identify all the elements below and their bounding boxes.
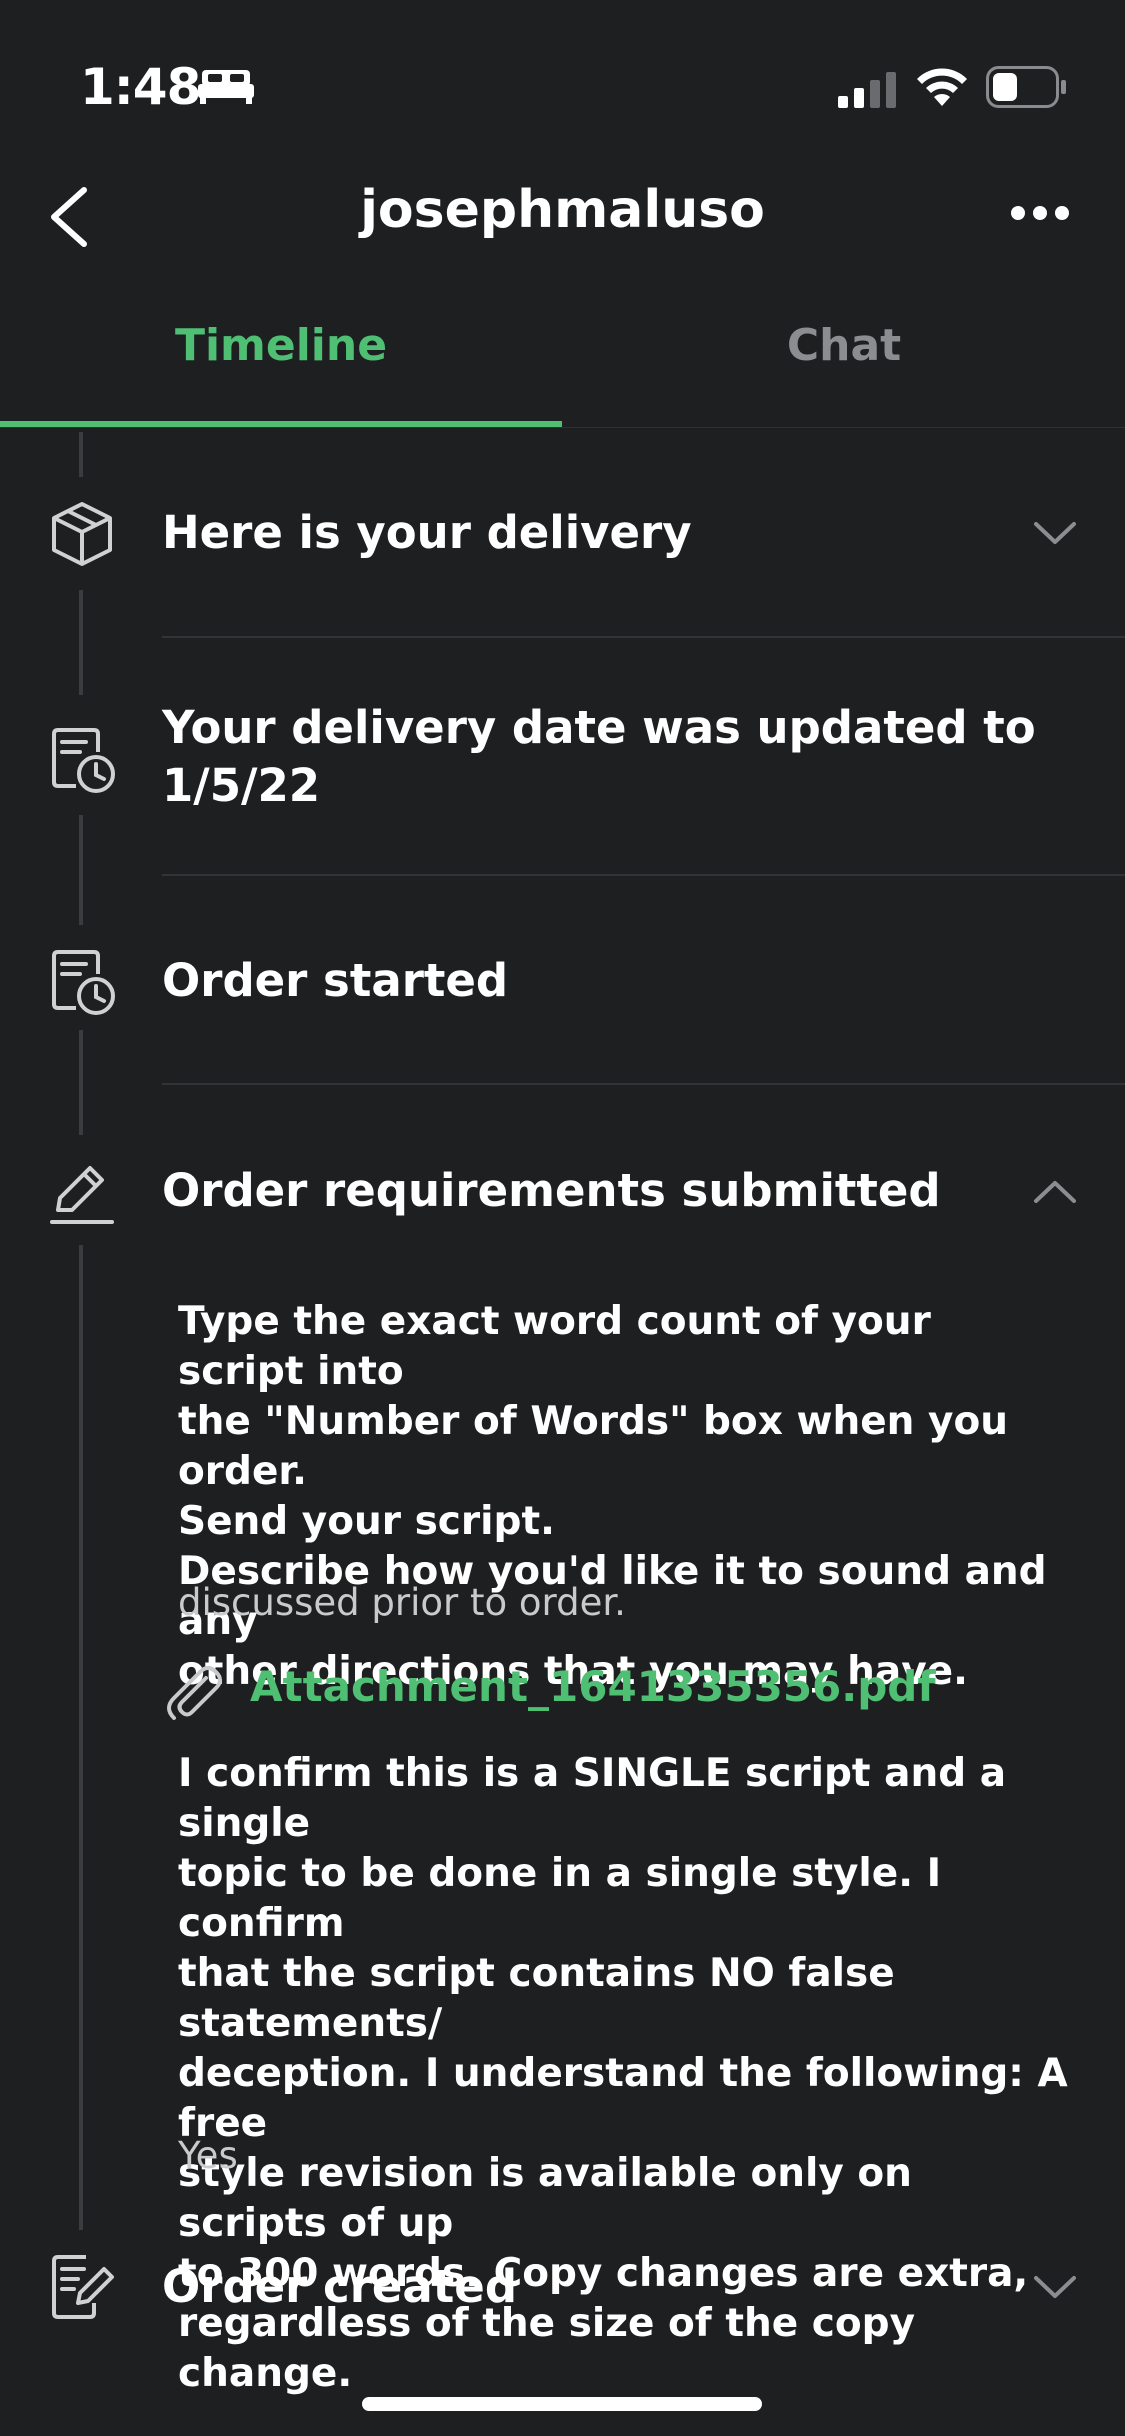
paperclip-icon bbox=[160, 1660, 224, 1724]
status-time: 1:48 bbox=[80, 58, 201, 116]
pencil-icon bbox=[46, 1158, 118, 1230]
calendar-clock-icon bbox=[46, 724, 118, 796]
requirement-answer: Yes bbox=[178, 2134, 238, 2177]
item-divider bbox=[162, 636, 1125, 638]
chevron-up-icon bbox=[1034, 1181, 1076, 1203]
edit-note-icon bbox=[46, 2251, 118, 2323]
timeline-rail bbox=[79, 815, 83, 925]
timeline-rail bbox=[79, 1245, 83, 2230]
timeline-rail bbox=[79, 432, 83, 477]
package-icon bbox=[46, 498, 118, 570]
requirement-answer: discussed prior to order. bbox=[178, 1581, 626, 1624]
timeline-item-title: Here is your delivery bbox=[162, 506, 692, 559]
timeline-rail bbox=[79, 1030, 83, 1135]
requirement-line: deception. I understand the following: A… bbox=[178, 2051, 1068, 2146]
expand-order-created-button[interactable] bbox=[1030, 2272, 1080, 2302]
attachment-link[interactable]: Attachment_1641335356.pdf bbox=[250, 1662, 936, 1711]
more-options-button[interactable] bbox=[1010, 198, 1070, 228]
requirement-line: Send your script. bbox=[178, 1499, 555, 1544]
tab-timeline[interactable]: Timeline bbox=[0, 320, 562, 371]
timeline-item-title: Order requirements submitted bbox=[162, 1164, 941, 1217]
requirement-line: style revision is available only on scri… bbox=[178, 2151, 912, 2246]
requirement-line: topic to be done in a single style. I co… bbox=[178, 1851, 942, 1946]
calendar-clock-icon bbox=[46, 946, 118, 1018]
page-title: josephmaluso bbox=[360, 180, 765, 240]
tab-divider bbox=[0, 427, 1125, 428]
requirement-line: I confirm this is a SINGLE script and a … bbox=[178, 1751, 1007, 1846]
wifi-icon bbox=[914, 66, 970, 112]
requirement-line: that the script contains NO false statem… bbox=[178, 1951, 895, 2046]
item-divider bbox=[162, 1083, 1125, 1085]
tab-chat[interactable]: Chat bbox=[563, 320, 1125, 371]
item-divider bbox=[162, 874, 1125, 876]
timeline-item-title: Order created bbox=[162, 2260, 518, 2313]
home-indicator[interactable] bbox=[362, 2397, 762, 2411]
timeline-item-title: Order started bbox=[162, 954, 509, 1007]
title-line: 1/5/22 bbox=[162, 759, 321, 812]
title-line: Your delivery date was updated to bbox=[162, 701, 1036, 754]
timeline-item-title: Your delivery date was updated to 1/5/22 bbox=[162, 699, 1036, 815]
signal-icon bbox=[838, 70, 898, 112]
battery-icon bbox=[986, 66, 1068, 112]
chevron-down-icon bbox=[1034, 522, 1076, 544]
collapse-requirements-button[interactable] bbox=[1030, 1177, 1080, 1207]
ellipsis-icon bbox=[1011, 206, 1069, 220]
requirement-question: Type the exact word count of your script… bbox=[178, 1297, 1068, 1697]
expand-delivery-button[interactable] bbox=[1030, 518, 1080, 548]
bed-icon bbox=[198, 66, 254, 110]
requirement-line: Type the exact word count of your script… bbox=[178, 1299, 931, 1394]
timeline-rail bbox=[79, 590, 83, 695]
chevron-down-icon bbox=[1034, 2276, 1076, 2298]
requirement-line: the "Number of Words" box when you order… bbox=[178, 1399, 1009, 1494]
